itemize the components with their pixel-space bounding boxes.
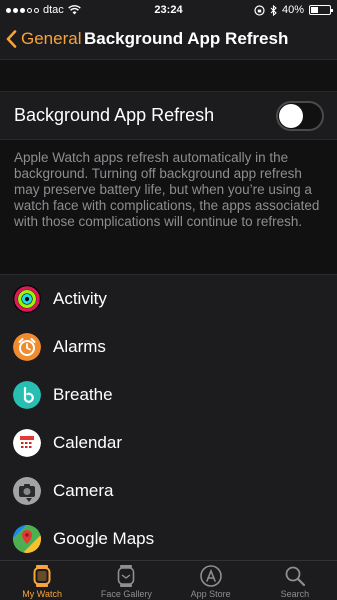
- background-refresh-toggle[interactable]: [276, 101, 324, 131]
- tab-bar: My Watch Face Gallery App Store Search: [0, 560, 337, 600]
- tab-my-watch[interactable]: My Watch: [0, 561, 84, 600]
- list-item[interactable]: Camera: [0, 467, 337, 515]
- list-item[interactable]: Calendar: [0, 419, 337, 467]
- list-item[interactable]: Activity: [0, 275, 337, 323]
- tab-face-gallery[interactable]: Face Gallery: [84, 561, 168, 600]
- navigation-bar: General Background App Refresh: [0, 20, 337, 60]
- tab-search[interactable]: Search: [253, 561, 337, 600]
- battery-percent: 40%: [281, 4, 304, 16]
- tab-label: My Watch: [22, 589, 62, 599]
- settings-content[interactable]: Background App Refresh Apple Watch apps …: [0, 60, 337, 560]
- status-bar: dtac 23:24 40%: [0, 0, 337, 20]
- tab-label: Search: [280, 589, 310, 599]
- search-icon: [285, 566, 305, 587]
- camera-icon: [13, 477, 41, 505]
- tab-app-store[interactable]: App Store: [169, 561, 253, 600]
- app-name: Breathe: [53, 385, 113, 404]
- list-item[interactable]: Breathe: [0, 371, 337, 419]
- chevron-left-icon: [6, 30, 17, 48]
- app-name: Calendar: [53, 433, 122, 452]
- alarm-clock-icon: [13, 333, 41, 361]
- app-store-icon: [199, 565, 222, 587]
- app-name: Google Maps: [53, 529, 155, 548]
- app-name: Alarms: [53, 337, 106, 356]
- toggle-knob: [279, 104, 303, 128]
- watch-icon: [33, 565, 51, 587]
- back-label: General: [21, 29, 82, 48]
- app-name: Camera: [53, 481, 114, 500]
- google-maps-icon: [13, 525, 41, 553]
- list-item[interactable]: Alarms: [0, 323, 337, 371]
- description-text: Apple Watch apps refresh automatically i…: [0, 140, 337, 274]
- breathe-icon: [13, 381, 41, 409]
- app-name: Activity: [53, 289, 107, 308]
- status-right: 40%: [254, 4, 333, 16]
- page-title: Background App Refresh: [84, 29, 289, 48]
- bluetooth-icon: [270, 4, 277, 16]
- calendar-icon: [13, 429, 41, 457]
- tab-label: App Store: [190, 589, 231, 599]
- list-item[interactable]: Google Maps: [0, 515, 337, 560]
- back-button[interactable]: General: [6, 29, 81, 49]
- background-refresh-row: Background App Refresh: [0, 92, 337, 140]
- orientation-lock-icon: [254, 4, 265, 16]
- battery-icon: [309, 5, 333, 15]
- activity-icon: [13, 285, 41, 313]
- tab-label: Face Gallery: [100, 589, 152, 599]
- app-list: Activity Alarms Breathe Calendar Camera …: [0, 274, 337, 560]
- face-gallery-icon: [118, 565, 135, 587]
- section-spacer: [0, 60, 337, 92]
- background-refresh-label: Background App Refresh: [14, 105, 215, 125]
